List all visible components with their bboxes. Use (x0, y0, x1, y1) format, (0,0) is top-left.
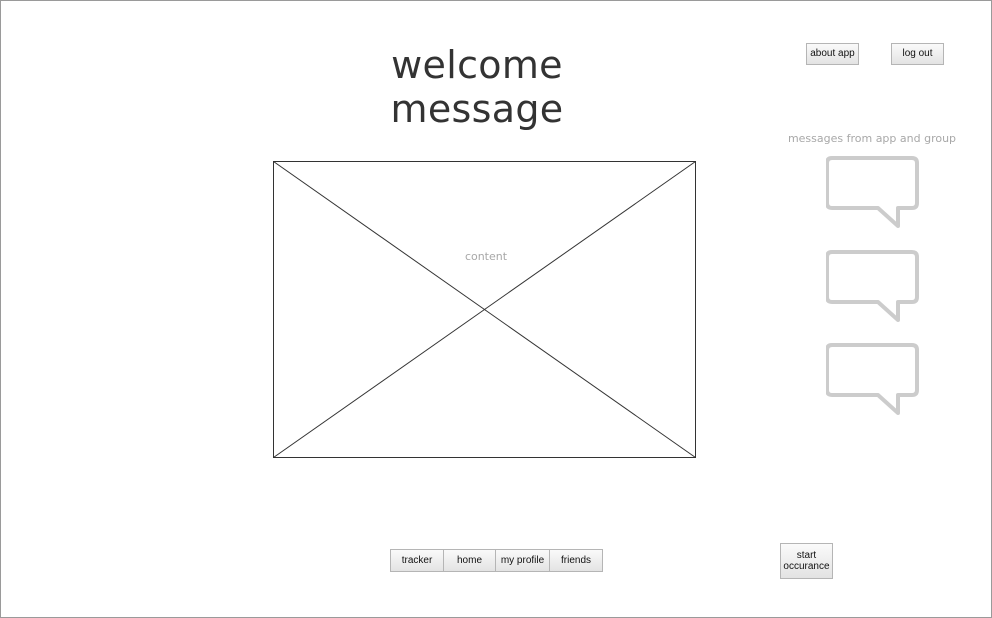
bottom-nav: tracker home my profile friends (390, 549, 603, 572)
content-label: content (464, 250, 508, 263)
tab-my-profile[interactable]: my profile (495, 549, 550, 572)
tab-tracker[interactable]: tracker (390, 549, 444, 572)
log-out-button[interactable]: log out (891, 43, 944, 65)
tab-friends[interactable]: friends (549, 549, 603, 572)
tab-home[interactable]: home (443, 549, 496, 572)
start-occurance-line2: occurance (783, 561, 830, 572)
app-window: welcome message about app log out messag… (0, 0, 992, 618)
start-occurance-line1: start (796, 550, 817, 561)
page-title: welcome message (390, 43, 564, 131)
speech-bubble-icon (826, 250, 919, 322)
content-placeholder-image (273, 161, 696, 458)
start-occurance-button[interactable]: start occurance (780, 543, 833, 579)
speech-bubble-icon (826, 343, 919, 415)
messages-label: messages from app and group (787, 132, 957, 145)
speech-bubble-icon (826, 156, 919, 228)
about-app-button[interactable]: about app (806, 43, 859, 65)
